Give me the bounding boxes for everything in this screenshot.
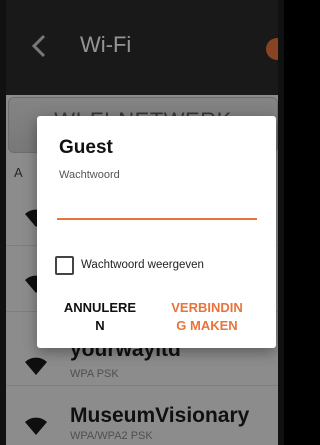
cancel-button[interactable]: ANNULERE N: [54, 299, 146, 335]
connect-button[interactable]: VERBINDIN G MAKEN: [161, 299, 253, 335]
wifi-screen: Wi-Fi WI-FI-NETWERK A yourwayltd WPA PSK…: [0, 0, 284, 445]
dialog-title: Guest: [59, 137, 113, 158]
show-password-label: Wachtwoord weergeven: [81, 259, 204, 271]
device-frame-right: [278, 0, 284, 445]
password-input[interactable]: [57, 196, 257, 220]
show-password-checkbox[interactable]: [55, 255, 74, 275]
password-label: Wachtwoord: [59, 169, 120, 181]
password-dialog: Guest Wachtwoord Wachtwoord weergeven AN…: [37, 116, 276, 348]
device-frame-left: [0, 0, 6, 445]
show-password-row[interactable]: Wachtwoord weergeven: [55, 254, 204, 276]
